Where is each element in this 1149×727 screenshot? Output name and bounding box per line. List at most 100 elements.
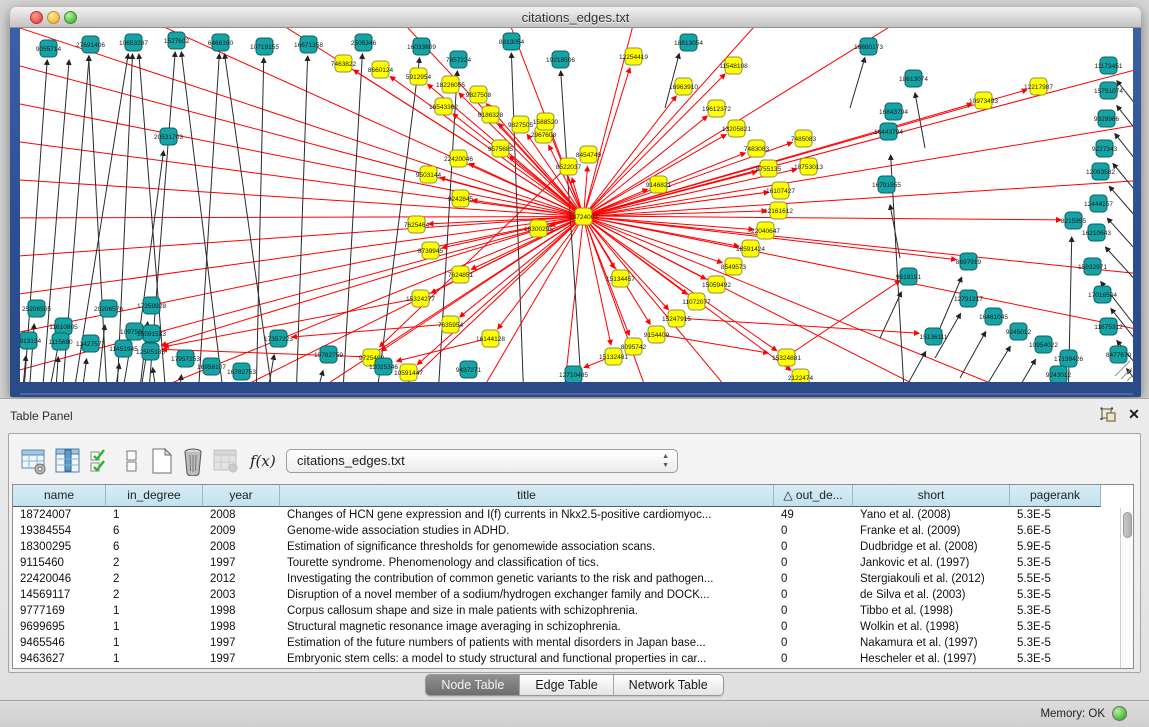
float-panel-icon[interactable] [1100,407,1118,423]
close-panel-icon[interactable]: ✕ [1126,406,1142,422]
tab-node-table[interactable]: Node Table [426,675,520,695]
table-cell[interactable]: Jankovic et al. (1997) [853,555,1010,571]
tab-network-table[interactable]: Network Table [614,675,723,695]
graph-node[interactable]: 8215955 [1061,212,1087,229]
graph-node[interactable]: 18591424 [736,240,765,257]
table-row[interactable]: 1456911722003Disruption of a novel membe… [13,587,1101,603]
function-builder-icon[interactable]: f(x) [250,452,276,470]
table-settings-icon[interactable] [20,446,48,476]
table-cell[interactable]: Structural magnetic resonance image aver… [280,619,774,635]
graph-node[interactable]: 9827505 [508,116,534,133]
table-cell[interactable]: 2003 [203,587,280,603]
graph-node[interactable]: 16144128 [476,330,505,347]
graph-node[interactable]: 17139426 [1054,350,1083,367]
new-document-icon[interactable] [148,446,176,476]
graph-node[interactable]: 15751074 [1094,82,1123,99]
table-cell[interactable]: 0 [774,619,853,635]
graph-node[interactable]: 16963910 [669,78,698,95]
table-row[interactable]: 2242004622012Investigating the contribut… [13,571,1101,587]
table-cell[interactable]: 22420046 [13,571,106,587]
graph-node[interactable]: 10591447 [394,364,423,381]
graph-node[interactable]: 10973493 [969,92,998,109]
table-cell[interactable]: 0 [774,523,853,539]
show-column-icon[interactable] [54,446,82,476]
table-cell[interactable]: Corpus callosum shape and size in male p… [280,603,774,619]
graph-node[interactable]: 18226055 [436,76,465,93]
table-cell[interactable]: 1997 [203,635,280,651]
table-cell[interactable]: Embryonic stem cells: a model to study s… [280,651,774,667]
graph-node[interactable]: 11451945 [109,340,138,357]
graph-node[interactable]: 18300295 [524,220,553,237]
table-cell[interactable]: Estimation of the future numbers of pati… [280,635,774,651]
graph-node[interactable]: 16860173 [854,38,883,55]
table-cell[interactable]: Dudbridge et al. (2008) [853,539,1010,555]
table-cell[interactable]: 5.3E-5 [1010,587,1101,603]
graph-node[interactable]: 12093582 [1086,163,1115,180]
table-row[interactable]: 1872400712008Changes of HCN gene express… [13,507,1101,523]
graph-node[interactable]: 27691406 [76,36,105,53]
graph-node[interactable]: 17957253 [171,350,200,367]
table-cell[interactable]: Wolkin et al. (1998) [853,619,1010,635]
graph-node[interactable]: 16791955 [872,176,901,193]
table-cell[interactable]: 1998 [203,619,280,635]
table-cell[interactable]: 0 [774,587,853,603]
graph-node[interactable]: 9245012 [1006,323,1032,340]
table-cell[interactable]: Investigating the contribution of common… [280,571,774,587]
table-cell[interactable]: 6 [106,539,203,555]
column-header-title[interactable]: title [280,485,774,507]
column-header-in_degree[interactable]: in_degree [106,485,203,507]
graph-node[interactable]: 18613074 [899,70,928,87]
table-cell[interactable]: Stergiakouli et al. (2012) [853,571,1010,587]
table-cell[interactable]: Franke et al. (2009) [853,523,1010,539]
graph-node[interactable]: 19218506 [546,51,575,68]
graph-node[interactable]: 13205821 [722,120,751,137]
table-cell[interactable]: 5.9E-5 [1010,539,1101,555]
table-cell[interactable]: 2 [106,571,203,587]
graph-node[interactable]: 9437271 [456,361,482,378]
graph-node[interactable]: 11548108 [719,57,748,74]
graph-node[interactable]: 9055714 [36,40,62,57]
graph-node[interactable]: 17016504 [1088,286,1117,303]
table-cell[interactable]: Changes of HCN gene expression and I(f) … [280,507,774,523]
table-cell[interactable]: 1 [106,635,203,651]
scrollbar-thumb[interactable] [1123,512,1132,538]
table-cell[interactable]: 1998 [203,603,280,619]
table-cell[interactable]: 0 [774,539,853,555]
graph-node[interactable]: 2122474 [788,369,814,382]
graph-node[interactable]: 15247915 [662,310,691,327]
row-height-icon[interactable] [118,446,146,476]
vertical-scrollbar[interactable] [1120,508,1133,668]
table-cell[interactable]: 19384554 [13,523,106,539]
table-cell[interactable]: 0 [774,603,853,619]
table-row[interactable]: 1938455462009Genome-wide association stu… [13,523,1101,539]
table-cell[interactable]: Hescheler et al. (1997) [853,651,1010,667]
table-cell[interactable]: 9699695 [13,619,106,635]
graph-node[interactable]: 9154409 [644,326,670,343]
graph-node[interactable]: 7625464 [404,216,430,233]
graph-node[interactable]: 18813054 [674,34,703,51]
canvas-resize-grip[interactable] [1115,361,1133,381]
table-cell[interactable]: 18724007 [13,507,106,523]
graph-node[interactable]: 16958107 [197,358,226,375]
graph-node[interactable]: 20531703 [154,128,183,145]
graph-node[interactable]: 8755135 [756,160,782,177]
table-cell[interactable]: de Silva et al. (2003) [853,587,1010,603]
graph-node[interactable]: 18753013 [794,158,823,175]
table-cell[interactable]: Disruption of a novel member of a sodium… [280,587,774,603]
graph-node[interactable]: 20206576 [94,300,123,317]
graph-node[interactable]: 16210643 [1082,224,1111,241]
table-row[interactable]: 969969511998Structural magnetic resonanc… [13,619,1101,635]
graph-node[interactable]: 1527602 [164,32,190,49]
graph-node[interactable]: 8477670 [1106,346,1132,363]
network-canvas[interactable]: 1872400774638228660124591295418226055982… [20,28,1133,382]
table-cell[interactable]: 0 [774,651,853,667]
graph-node[interactable]: 16843794 [879,103,908,120]
table-row[interactable]: 1830029562008Estimation of significance … [13,539,1101,555]
graph-node[interactable]: 16543362 [429,98,458,115]
table-cell[interactable]: Yano et al. (2008) [853,507,1010,523]
table-cell[interactable]: 1 [106,603,203,619]
column-header-short[interactable]: short [853,485,1010,507]
graph-node[interactable]: 8186328 [478,106,504,123]
graph-node[interactable]: 12505185 [136,343,165,360]
table-cell[interactable]: 49 [774,507,853,523]
